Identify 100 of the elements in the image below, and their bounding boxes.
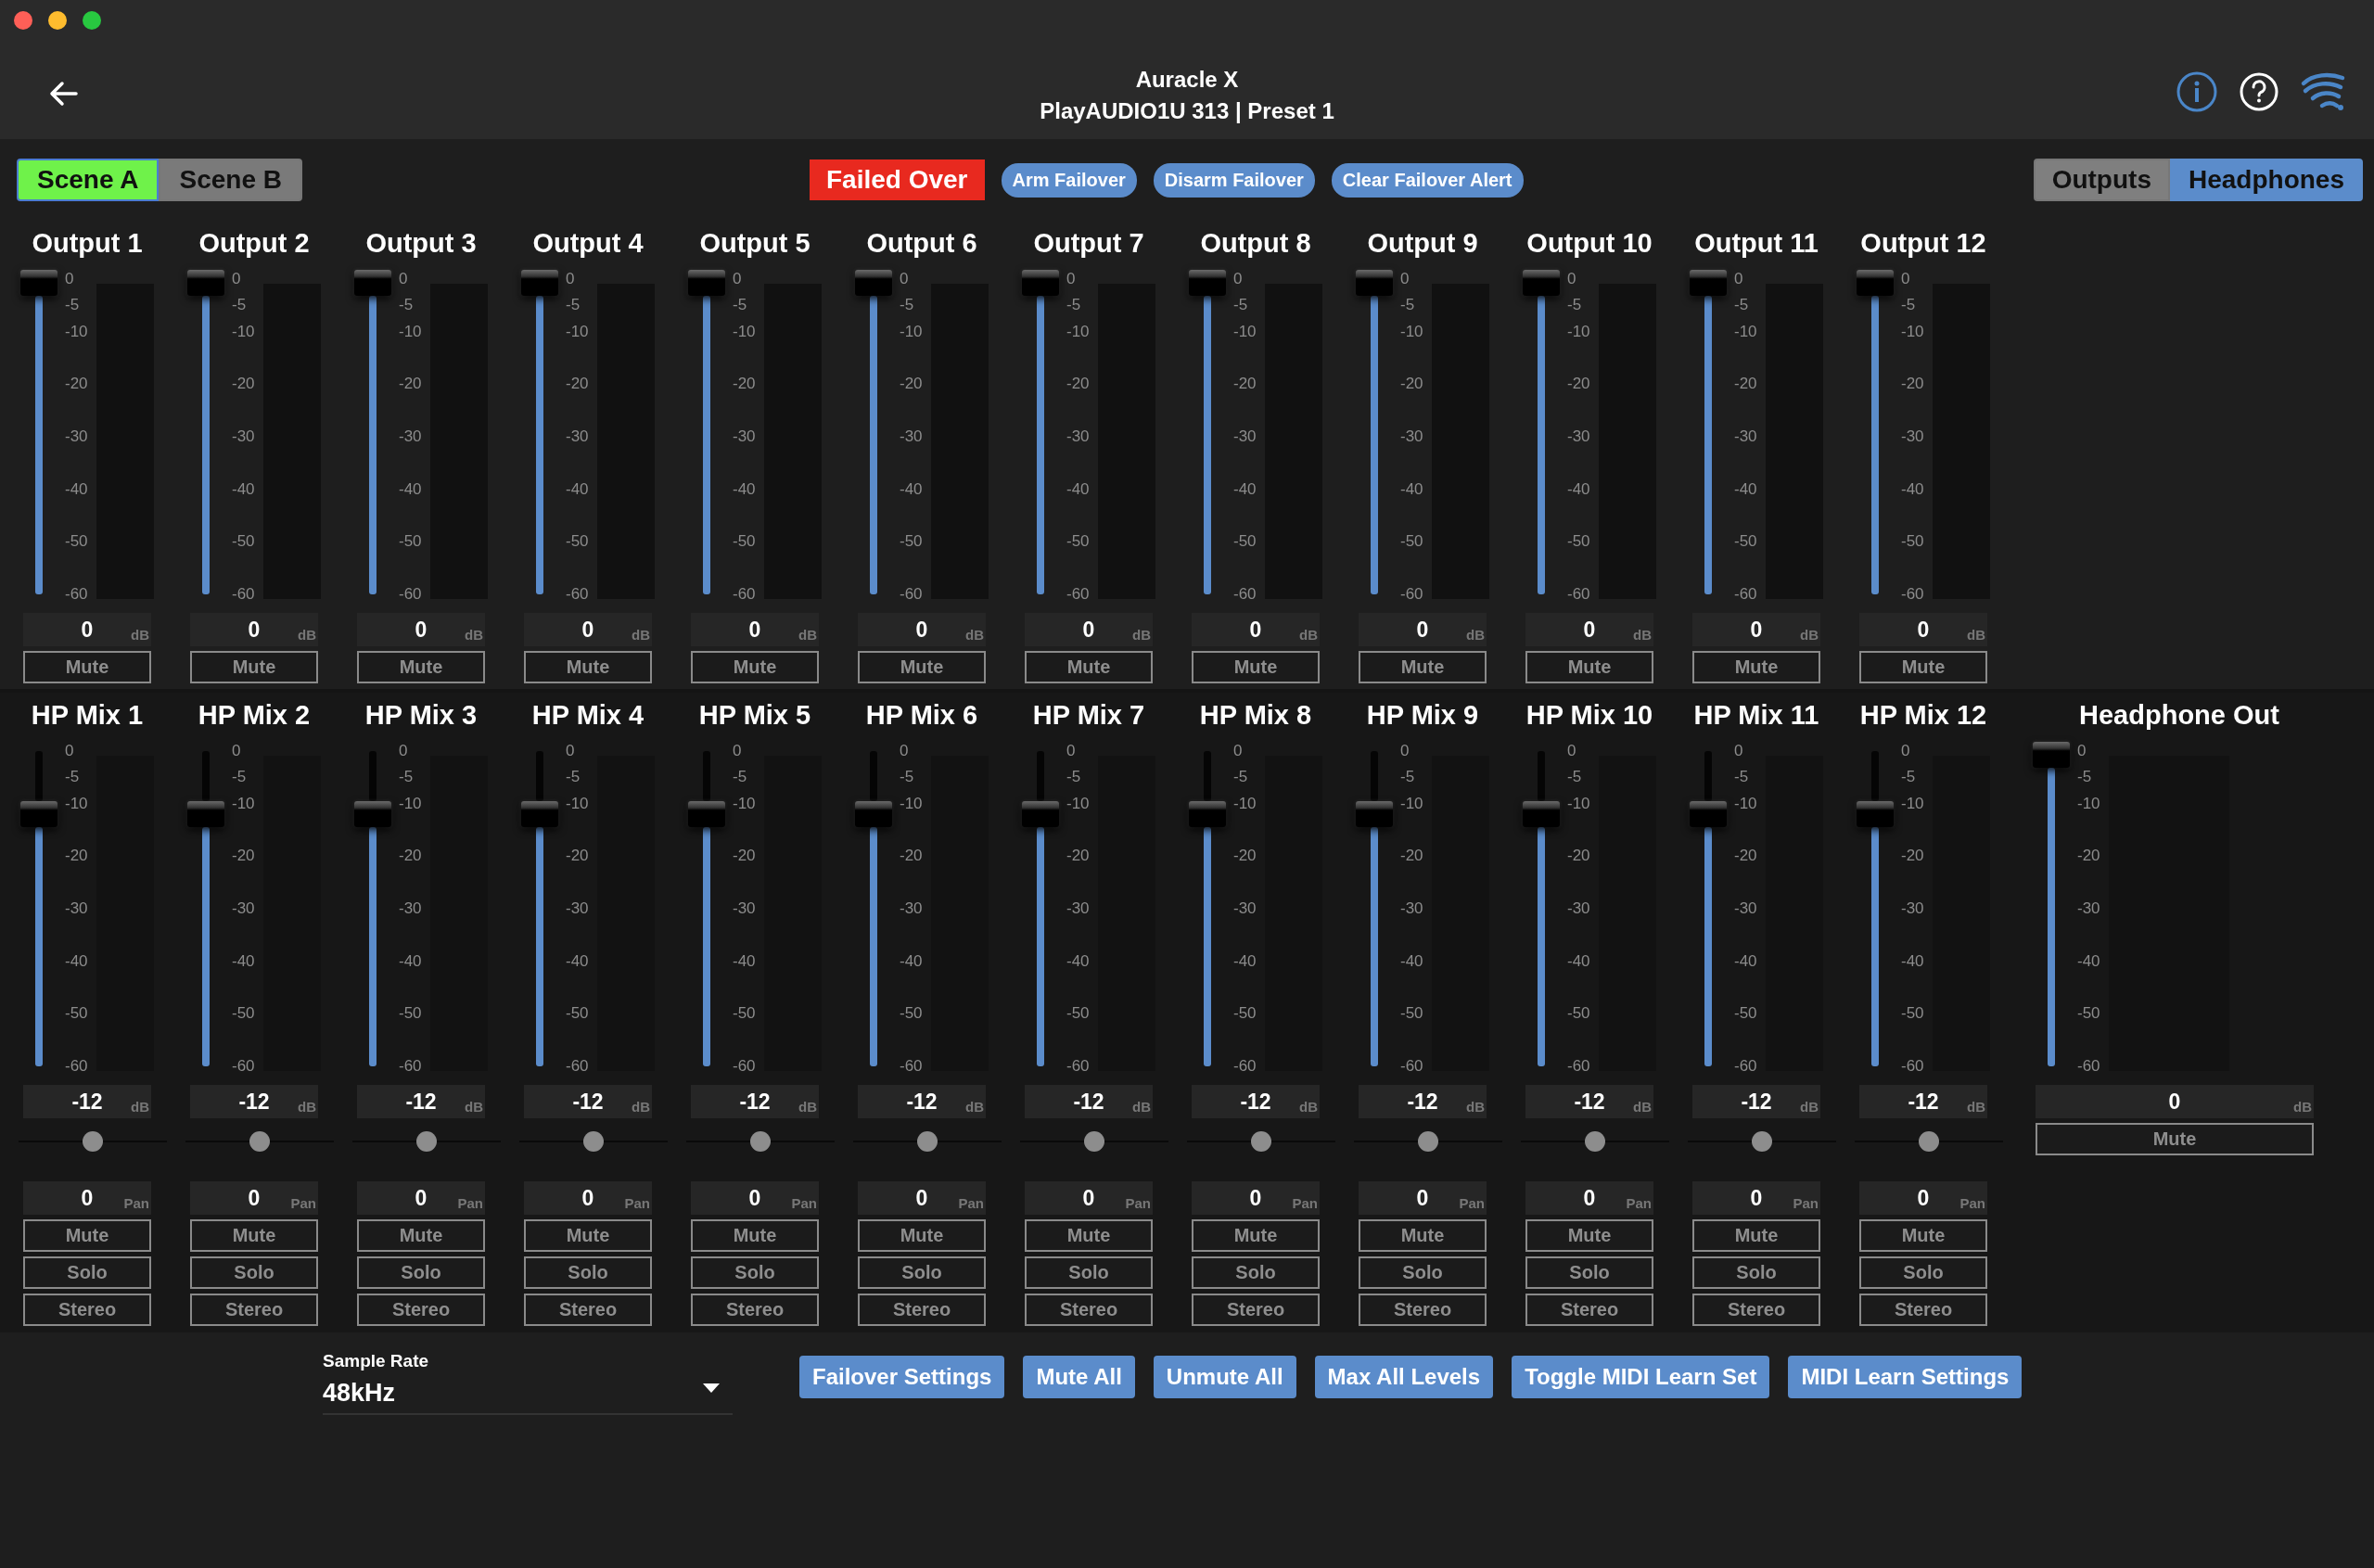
pan-slider[interactable] <box>352 1129 501 1154</box>
pan-knob[interactable] <box>1919 1131 1939 1152</box>
mute-button[interactable]: Mute <box>1192 651 1320 683</box>
fader-thumb[interactable] <box>1022 270 1059 296</box>
value-field[interactable]: 0 Pan <box>858 1181 986 1215</box>
value-field[interactable]: 0 dB <box>1025 613 1153 646</box>
mute-button[interactable]: Mute <box>691 651 819 683</box>
fader-thumb[interactable] <box>521 801 558 828</box>
pan-slider[interactable] <box>853 1129 1002 1154</box>
mute-button[interactable]: Mute <box>691 1219 819 1252</box>
mute-button[interactable]: Mute <box>1525 1219 1653 1252</box>
solo-button[interactable]: Solo <box>858 1256 986 1289</box>
action-button[interactable]: Unmute All <box>1153 1356 1296 1398</box>
value-field[interactable]: 0 Pan <box>524 1181 652 1215</box>
pan-knob[interactable] <box>1084 1131 1104 1152</box>
fader-thumb[interactable] <box>1690 270 1727 296</box>
solo-button[interactable]: Solo <box>524 1256 652 1289</box>
pan-slider[interactable] <box>1521 1129 1669 1154</box>
fader-slider[interactable] <box>1855 270 1895 594</box>
value-field[interactable]: 0 dB <box>190 613 318 646</box>
zoom-button[interactable] <box>83 11 101 30</box>
value-field[interactable]: 0 dB <box>23 613 151 646</box>
fader-slider[interactable] <box>1688 270 1729 594</box>
mute-button[interactable]: Mute <box>1025 651 1153 683</box>
value-field[interactable]: -12 dB <box>1692 1085 1820 1118</box>
pan-slider[interactable] <box>1688 1129 1836 1154</box>
pan-slider[interactable] <box>1187 1129 1335 1154</box>
sample-rate-dropdown[interactable]: Sample Rate 48kHz <box>323 1351 733 1415</box>
value-field[interactable]: -12 dB <box>858 1085 986 1118</box>
value-field[interactable]: 0 Pan <box>691 1181 819 1215</box>
pan-slider[interactable] <box>1020 1129 1168 1154</box>
fader-thumb[interactable] <box>1690 801 1727 828</box>
scene-tab[interactable]: Scene B <box>159 159 302 201</box>
fader-thumb[interactable] <box>2033 742 2070 768</box>
fader-thumb[interactable] <box>1189 270 1226 296</box>
failover-button[interactable]: Clear Failover Alert <box>1331 162 1524 198</box>
value-field[interactable]: -12 dB <box>190 1085 318 1118</box>
value-field[interactable]: 0 Pan <box>190 1181 318 1215</box>
pan-slider[interactable] <box>686 1129 835 1154</box>
value-field[interactable]: 0 dB <box>357 613 485 646</box>
value-field[interactable]: -12 dB <box>1025 1085 1153 1118</box>
pan-knob[interactable] <box>249 1131 270 1152</box>
value-field[interactable]: 0 Pan <box>23 1181 151 1215</box>
solo-button[interactable]: Solo <box>23 1256 151 1289</box>
fader-slider[interactable] <box>19 270 59 594</box>
stereo-button[interactable]: Stereo <box>1192 1294 1320 1326</box>
mute-button[interactable]: Mute <box>2036 1123 2314 1155</box>
fader-thumb[interactable] <box>187 801 224 828</box>
mute-button[interactable]: Mute <box>1025 1219 1153 1252</box>
fader-slider[interactable] <box>686 270 727 594</box>
pan-slider[interactable] <box>1855 1129 2003 1154</box>
value-field[interactable]: 0 Pan <box>1025 1181 1153 1215</box>
value-field[interactable]: 0 dB <box>1525 613 1653 646</box>
action-button[interactable]: Toggle MIDI Learn Set <box>1512 1356 1770 1398</box>
pan-knob[interactable] <box>83 1131 103 1152</box>
value-field[interactable]: -12 dB <box>23 1085 151 1118</box>
mute-button[interactable]: Mute <box>1859 1219 1987 1252</box>
pan-knob[interactable] <box>1585 1131 1605 1152</box>
value-field[interactable]: 0 dB <box>2036 1085 2314 1118</box>
stereo-button[interactable]: Stereo <box>1859 1294 1987 1326</box>
mute-button[interactable]: Mute <box>23 651 151 683</box>
value-field[interactable]: -12 dB <box>357 1085 485 1118</box>
stereo-button[interactable]: Stereo <box>190 1294 318 1326</box>
fader-thumb[interactable] <box>688 801 725 828</box>
value-field[interactable]: 0 dB <box>1359 613 1487 646</box>
pan-slider[interactable] <box>185 1129 334 1154</box>
solo-button[interactable]: Solo <box>1692 1256 1820 1289</box>
value-field[interactable]: -12 dB <box>1192 1085 1320 1118</box>
solo-button[interactable]: Solo <box>1525 1256 1653 1289</box>
value-field[interactable]: 0 dB <box>691 613 819 646</box>
scene-tab[interactable]: Scene A <box>17 159 160 201</box>
solo-button[interactable]: Solo <box>691 1256 819 1289</box>
pan-knob[interactable] <box>583 1131 604 1152</box>
stereo-button[interactable]: Stereo <box>1525 1294 1653 1326</box>
mute-button[interactable]: Mute <box>190 1219 318 1252</box>
value-field[interactable]: -12 dB <box>1525 1085 1653 1118</box>
pan-knob[interactable] <box>416 1131 437 1152</box>
fader-thumb[interactable] <box>20 270 57 296</box>
pan-knob[interactable] <box>750 1131 771 1152</box>
action-button[interactable]: Mute All <box>1023 1356 1135 1398</box>
fader-slider[interactable] <box>519 270 560 594</box>
fader-slider[interactable] <box>1521 270 1562 594</box>
solo-button[interactable]: Solo <box>1025 1256 1153 1289</box>
info-icon[interactable] <box>2176 70 2218 113</box>
stereo-button[interactable]: Stereo <box>1359 1294 1487 1326</box>
value-field[interactable]: 0 Pan <box>1859 1181 1987 1215</box>
action-button[interactable]: MIDI Learn Settings <box>1788 1356 2023 1398</box>
mute-button[interactable]: Mute <box>190 651 318 683</box>
value-field[interactable]: 0 dB <box>524 613 652 646</box>
value-field[interactable]: 0 dB <box>1692 613 1820 646</box>
fader-slider[interactable] <box>1187 270 1228 594</box>
fader-thumb[interactable] <box>521 270 558 296</box>
fader-slider[interactable] <box>1020 270 1061 594</box>
stereo-button[interactable]: Stereo <box>1025 1294 1153 1326</box>
fader-thumb[interactable] <box>354 270 391 296</box>
fader-thumb[interactable] <box>1857 270 1894 296</box>
fader-thumb[interactable] <box>1189 801 1226 828</box>
mute-button[interactable]: Mute <box>1692 651 1820 683</box>
fader-thumb[interactable] <box>354 801 391 828</box>
mute-button[interactable]: Mute <box>858 651 986 683</box>
